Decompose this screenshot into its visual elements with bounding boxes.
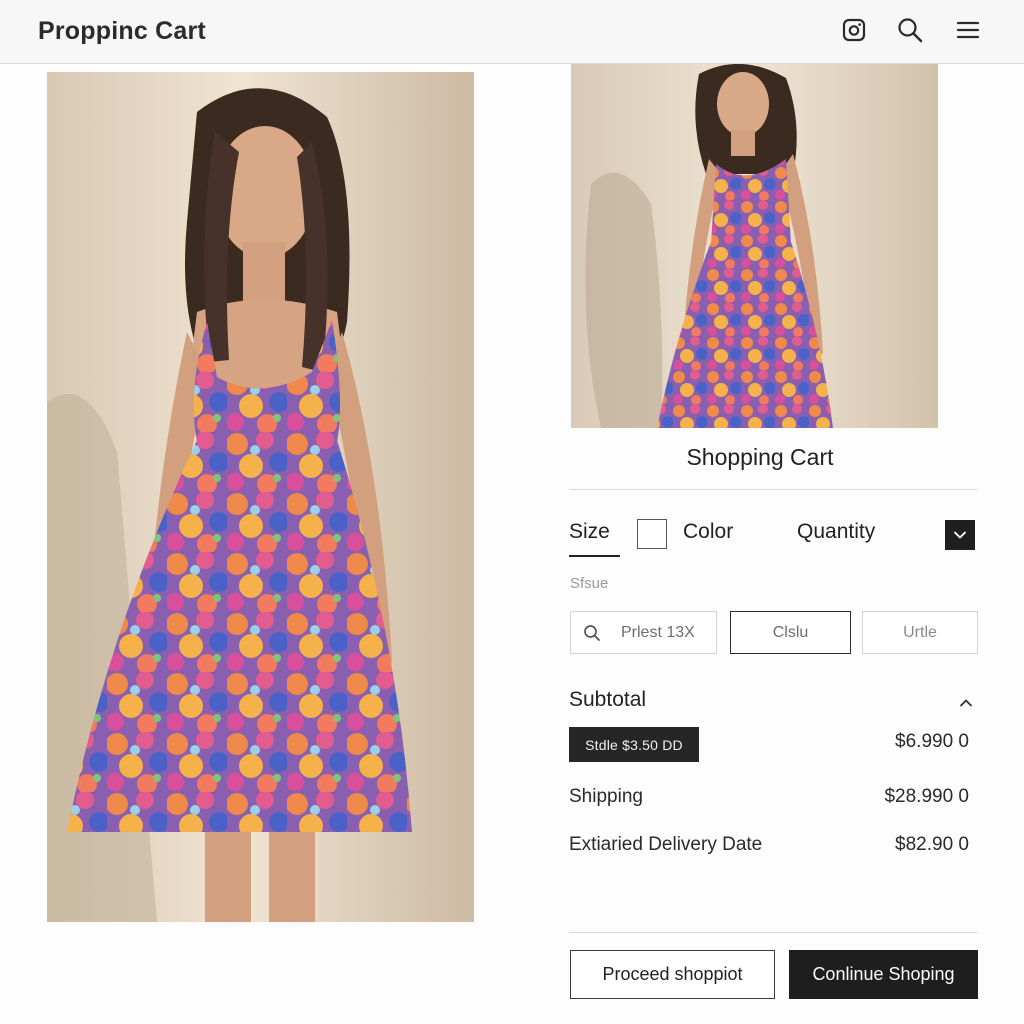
quantity-dropdown[interactable] [945, 520, 975, 550]
delivery-date-value: $82.90 0 [895, 834, 969, 855]
delivery-date-label: Extiaried Delivery Date [569, 834, 763, 855]
proceed-button[interactable]: Proceed shoppiot [570, 950, 775, 999]
subtotal-label: Subtotal [569, 688, 647, 711]
color-option-button[interactable]: Clslu [730, 611, 851, 654]
size-caption: Sfsue [570, 575, 609, 592]
unit-option-button[interactable]: Urtle [862, 611, 978, 654]
divider [569, 489, 977, 490]
camera-icon[interactable] [839, 15, 869, 45]
menu-icon[interactable] [953, 15, 983, 45]
app-title: Proppinc Cart [38, 17, 206, 45]
tab-size-underline [569, 555, 620, 557]
search-icon[interactable] [895, 15, 925, 45]
shipping-value: $28.990 0 [884, 786, 969, 807]
chevron-down-icon [954, 531, 966, 539]
cart-heading: Shopping Cart [686, 444, 834, 470]
top-bar: Proppinc Cart [0, 0, 1024, 64]
store-badge: Stdle $3.50 DD [569, 727, 699, 762]
tab-color[interactable]: Color [683, 520, 733, 544]
continue-shopping-button[interactable]: Conlinue Shoping [789, 950, 978, 999]
product-image-side[interactable] [571, 64, 938, 428]
shipping-label: Shipping [569, 786, 643, 807]
divider [569, 932, 977, 933]
size-search-field[interactable]: Prlest 13X [570, 611, 717, 654]
subtotal-value: $6.990 0 [895, 731, 969, 752]
size-search-value: Prlest 13X [621, 623, 695, 641]
chevron-up-icon[interactable] [956, 694, 976, 712]
color-swatch-checkbox[interactable] [637, 519, 667, 549]
tab-size[interactable]: Size [569, 520, 610, 544]
search-icon [583, 624, 601, 642]
product-image-main[interactable] [47, 72, 474, 922]
tab-quantity[interactable]: Quantity [797, 520, 875, 544]
